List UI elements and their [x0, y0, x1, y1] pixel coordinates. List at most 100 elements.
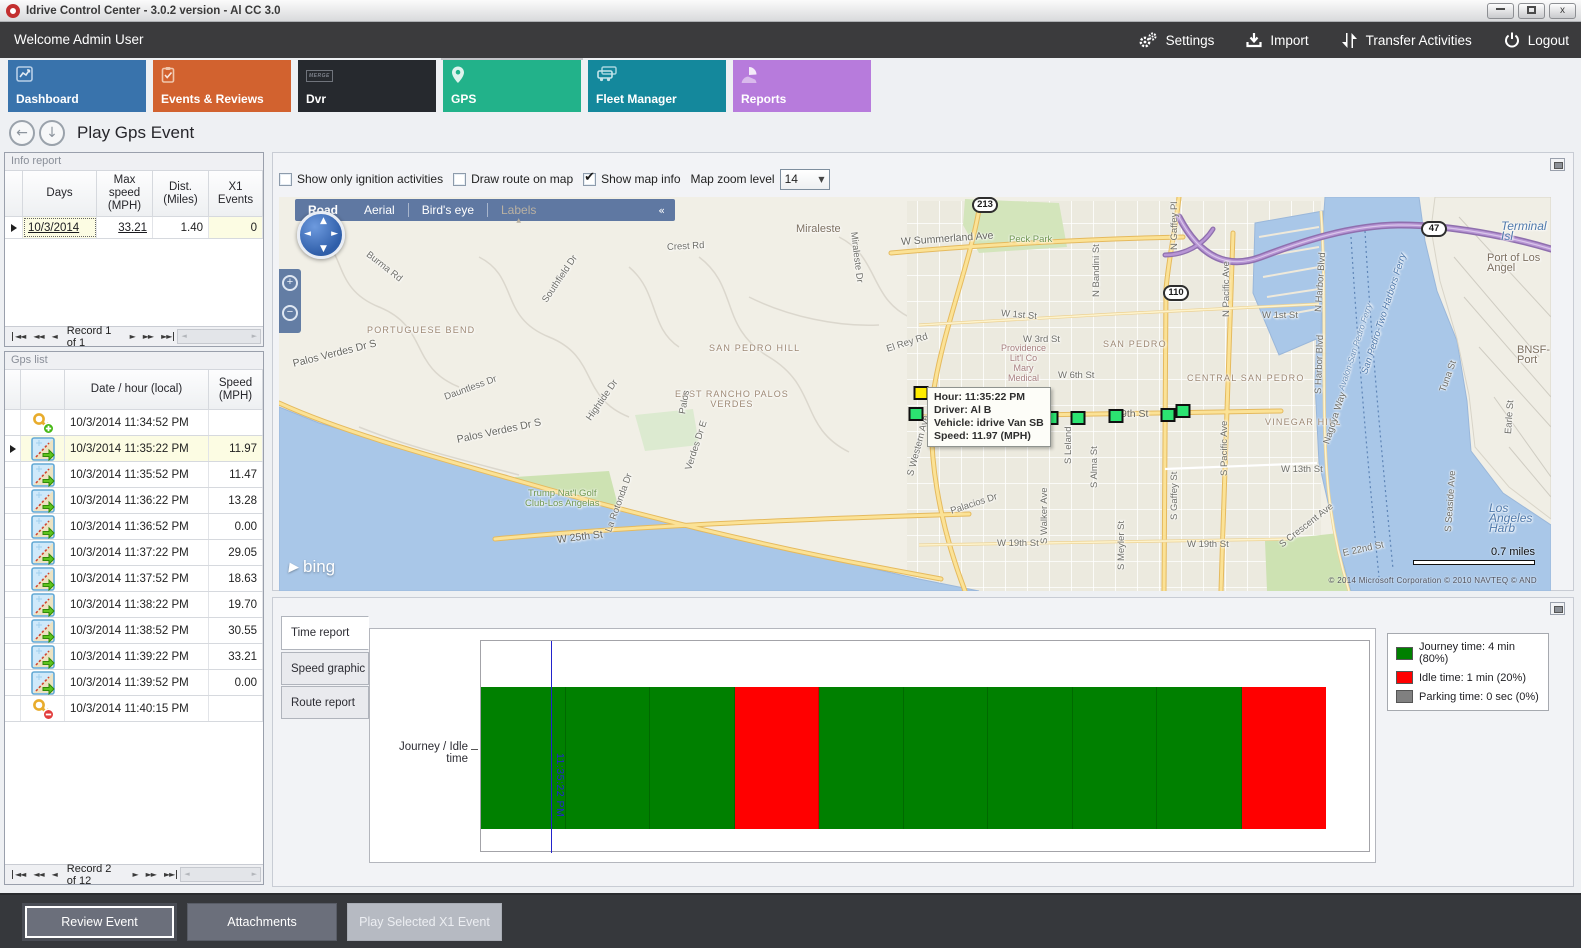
- map-style-bird-s-eye[interactable]: Bird's eye: [409, 203, 487, 217]
- row-indicator: [5, 592, 21, 617]
- tab-events-reviews[interactable]: Events & Reviews: [153, 60, 291, 112]
- info-column-header[interactable]: X1 Events: [209, 171, 263, 216]
- toolbar-collapse-button[interactable]: «: [648, 204, 675, 217]
- close-button[interactable]: x: [1549, 3, 1576, 19]
- record-prev-button[interactable]: ◄: [48, 870, 61, 879]
- app-header: Welcome Admin User SettingsImportTransfe…: [0, 22, 1581, 58]
- transfer-activities-button[interactable]: Transfer Activities: [1341, 32, 1472, 49]
- gps-list-item[interactable]: 10/3/2014 11:39:22 PM33.21: [5, 644, 263, 670]
- bing-map[interactable]: MiralestePeck ParkCrest RdW Summerland A…: [279, 197, 1551, 591]
- row-indicator: [5, 514, 21, 539]
- info-column-header[interactable]: Max speed (MPH): [97, 171, 153, 216]
- gps-list-item[interactable]: 10/3/2014 11:38:22 PM19.70: [5, 592, 263, 618]
- info-column-header[interactable]: Days: [23, 171, 97, 216]
- max-speed-cell[interactable]: 33.21: [97, 217, 153, 238]
- import-button[interactable]: Import: [1246, 32, 1308, 48]
- record-next-button[interactable]: ►: [126, 332, 139, 341]
- time-report-maximize-button[interactable]: [1550, 602, 1565, 615]
- record-status: Record 2 of 12: [61, 863, 129, 887]
- record-fast-back-button[interactable]: ◄◄: [29, 332, 47, 341]
- route-marker[interactable]: [1161, 408, 1176, 422]
- route-marker[interactable]: [1176, 404, 1191, 418]
- record-scrollbar[interactable]: ◄►: [180, 867, 261, 882]
- route-icon: [21, 670, 65, 695]
- gps-datetime-cell: 10/3/2014 11:39:52 PM: [65, 670, 209, 695]
- bing-icon: ▶: [288, 560, 300, 575]
- gps-datetime-cell: 10/3/2014 11:39:22 PM: [65, 644, 209, 669]
- route-icon: [21, 462, 65, 487]
- map-compass-control[interactable]: ▲▼ ◄►: [297, 211, 345, 259]
- gps-list-item[interactable]: 10/3/2014 11:36:22 PM13.28: [5, 488, 263, 514]
- gps-list-item[interactable]: 10/3/2014 11:37:22 PM29.05: [5, 540, 263, 566]
- checkbox[interactable]: [279, 173, 292, 186]
- record-fast-forward-button[interactable]: ►►: [139, 332, 157, 341]
- gps-datetime-cell: 10/3/2014 11:36:52 PM: [65, 514, 209, 539]
- gps-datetime-cell: 10/3/2014 11:35:52 PM: [65, 462, 209, 487]
- tab-dashboard[interactable]: Dashboard: [8, 60, 146, 112]
- settings-button[interactable]: Settings: [1138, 32, 1215, 49]
- gps-list-item[interactable]: 10/3/2014 11:37:52 PM18.63: [5, 566, 263, 592]
- info-column-header[interactable]: Dist. (Miles): [153, 171, 209, 216]
- record-first-button[interactable]: ◄◄: [12, 870, 29, 879]
- route-marker[interactable]: [909, 407, 924, 421]
- action-label: Settings: [1166, 33, 1215, 48]
- fleet-icon: [596, 66, 616, 84]
- gps-column-header[interactable]: Date / hour (local): [65, 370, 209, 409]
- record-first-button[interactable]: ◄◄: [12, 332, 29, 341]
- maximize-button[interactable]: [1518, 3, 1545, 19]
- down-button[interactable]: ↓: [39, 120, 65, 146]
- merge-icon: MERGE: [306, 66, 326, 84]
- chart-segment-journey: [566, 687, 651, 829]
- gps-list-item[interactable]: 10/3/2014 11:35:52 PM11.47: [5, 462, 263, 488]
- tab-dvr[interactable]: MERGEDvr: [298, 60, 436, 112]
- gps-list-item[interactable]: 10/3/2014 11:39:52 PM0.00: [5, 670, 263, 696]
- title-bar: Idrive Control Center - 3.0.2 version - …: [0, 0, 1581, 22]
- gps-speed-cell: [209, 410, 263, 435]
- record-last-button[interactable]: ►►: [160, 870, 177, 879]
- days-cell[interactable]: 10/3/2014: [23, 217, 97, 238]
- checkbox[interactable]: [583, 173, 596, 186]
- gps-list-item[interactable]: 10/3/2014 11:40:15 PM: [5, 696, 263, 722]
- logout-button[interactable]: Logout: [1504, 32, 1569, 48]
- chart-icon: [16, 66, 36, 84]
- tab-fleet-manager[interactable]: Fleet Manager: [588, 60, 726, 112]
- zoom-level-label: Map zoom level: [691, 172, 775, 186]
- record-last-button[interactable]: ►►: [157, 332, 174, 341]
- page-title: Play Gps Event: [77, 123, 194, 143]
- map-zoom-out-button[interactable]: −: [282, 305, 298, 321]
- info-report-panel: Info report DaysMax speed (MPH)Dist. (Mi…: [4, 152, 264, 347]
- attachments-button[interactable]: Attachments: [187, 903, 337, 941]
- map-zoom-in-button[interactable]: +: [282, 275, 298, 291]
- info-table-row[interactable]: 10/3/201433.211.400: [5, 217, 263, 239]
- gps-list-item[interactable]: 10/3/2014 11:36:52 PM0.00: [5, 514, 263, 540]
- gps-list-item[interactable]: 10/3/2014 11:38:52 PM30.55: [5, 618, 263, 644]
- zoom-level-dropdown[interactable]: 14▼: [780, 169, 830, 190]
- gps-column-header[interactable]: Speed (MPH): [209, 370, 263, 409]
- tab-time-report[interactable]: Time report: [281, 616, 369, 650]
- gps-datetime-cell: 10/3/2014 11:35:22 PM: [65, 436, 209, 461]
- record-fast-back-button[interactable]: ◄◄: [29, 870, 47, 879]
- route-marker[interactable]: [1109, 409, 1124, 423]
- back-button[interactable]: ←: [9, 120, 35, 146]
- tab-route-report[interactable]: Route report: [281, 686, 369, 719]
- tab-gps[interactable]: GPS: [443, 60, 581, 112]
- record-fast-forward-button[interactable]: ►►: [142, 870, 160, 879]
- gps-list-item[interactable]: 10/3/2014 11:35:22 PM11.97: [5, 436, 263, 462]
- minimize-button[interactable]: [1487, 3, 1514, 19]
- map-panel-maximize-button[interactable]: [1550, 158, 1565, 171]
- highway-shield-47: 47: [1421, 221, 1447, 237]
- route-marker[interactable]: [1071, 411, 1086, 425]
- record-prev-button[interactable]: ◄: [48, 332, 61, 341]
- review-event-button[interactable]: Review Event: [22, 903, 177, 941]
- gps-list-item[interactable]: 10/3/2014 11:34:52 PM: [5, 410, 263, 436]
- tooltip-line: Driver: Al B: [934, 404, 1044, 417]
- gps-datetime-cell: 10/3/2014 11:38:22 PM: [65, 592, 209, 617]
- map-style-aerial[interactable]: Aerial: [351, 203, 408, 217]
- gps-datetime-cell: 10/3/2014 11:34:52 PM: [65, 410, 209, 435]
- tab-reports[interactable]: Reports: [733, 60, 871, 112]
- tab-speed-graphic[interactable]: Speed graphic: [281, 652, 369, 685]
- record-scrollbar[interactable]: ◄►: [177, 329, 261, 344]
- gps-header-indicator: [5, 370, 21, 409]
- record-next-button[interactable]: ►: [128, 870, 141, 879]
- checkbox[interactable]: [453, 173, 466, 186]
